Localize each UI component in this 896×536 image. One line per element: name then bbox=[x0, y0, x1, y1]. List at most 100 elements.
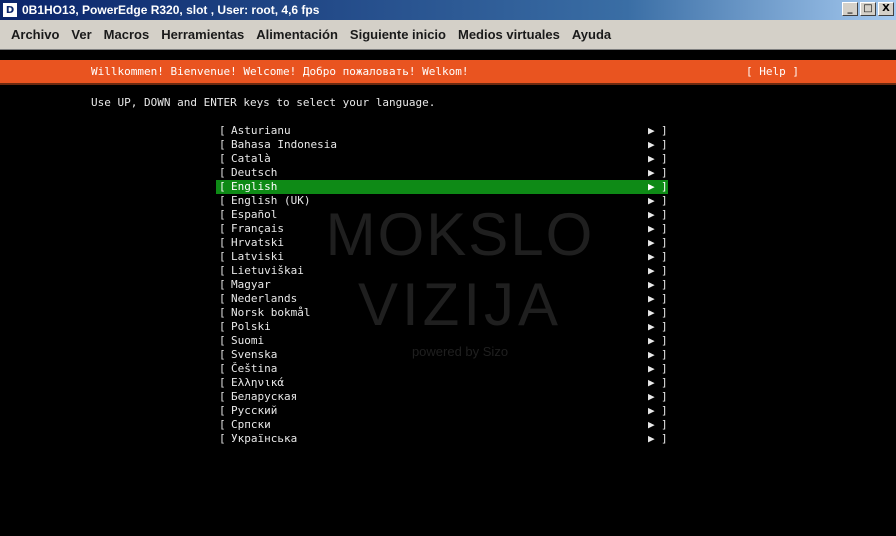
language-label: Español bbox=[231, 208, 278, 221]
help-button[interactable]: [ Help ] bbox=[746, 65, 799, 78]
language-label: Norsk bokmål bbox=[231, 306, 311, 319]
language-option[interactable]: [Bahasa Indonesia ▶] bbox=[216, 138, 668, 152]
bracket-right: ] bbox=[661, 152, 668, 165]
menu-herramientas[interactable]: Herramientas bbox=[156, 27, 249, 42]
language-label: Беларуская bbox=[231, 390, 298, 403]
menu-archivo[interactable]: Archivo bbox=[6, 27, 64, 42]
instruction-text: Use UP, DOWN and ENTER keys to select yo… bbox=[91, 96, 436, 109]
bracket-right: ] bbox=[661, 250, 668, 263]
language-label: Bahasa Indonesia bbox=[231, 138, 337, 151]
language-label: Hrvatski bbox=[231, 236, 284, 249]
window-title-bar[interactable]: D 0B1HO13, PowerEdge R320, slot , User: … bbox=[0, 0, 896, 20]
submenu-arrow-icon: ▶ bbox=[648, 124, 655, 137]
submenu-arrow-icon: ▶ bbox=[648, 278, 655, 291]
bracket-right: ] bbox=[661, 320, 668, 333]
bracket-left: [ bbox=[219, 152, 226, 165]
bracket-right: ] bbox=[661, 264, 668, 277]
language-label: Lietuviškai bbox=[231, 264, 304, 277]
bracket-right: ] bbox=[661, 348, 668, 361]
menu-ayuda[interactable]: Ayuda bbox=[567, 27, 616, 42]
language-option[interactable]: [Suomi ▶] bbox=[216, 334, 668, 348]
bracket-left: [ bbox=[219, 418, 226, 431]
menu-macros[interactable]: Macros bbox=[99, 27, 155, 42]
bracket-left: [ bbox=[219, 138, 226, 151]
bracket-left: [ bbox=[219, 278, 226, 291]
language-label: Polski bbox=[231, 320, 271, 333]
language-option[interactable]: [Ελληνικά ▶] bbox=[216, 376, 668, 390]
submenu-arrow-icon: ▶ bbox=[648, 334, 655, 347]
language-option[interactable]: [Čeština ▶] bbox=[216, 362, 668, 376]
bracket-right: ] bbox=[661, 124, 668, 137]
submenu-arrow-icon: ▶ bbox=[648, 404, 655, 417]
menu-alimentacion[interactable]: Alimentación bbox=[251, 27, 343, 42]
menu-ver[interactable]: Ver bbox=[66, 27, 96, 42]
bracket-right: ] bbox=[661, 236, 668, 249]
language-option[interactable]: [Српски ▶] bbox=[216, 418, 668, 432]
language-option-selected[interactable]: [English ▶] bbox=[216, 180, 668, 194]
language-option[interactable]: [Norsk bokmål ▶] bbox=[216, 306, 668, 320]
language-label: Deutsch bbox=[231, 166, 278, 179]
language-option[interactable]: [Svenska ▶] bbox=[216, 348, 668, 362]
bracket-left: [ bbox=[219, 320, 226, 333]
close-button[interactable]: X bbox=[878, 2, 894, 16]
welcome-text: Willkommen! Bienvenue! Welcome! Добро по… bbox=[91, 65, 469, 78]
submenu-arrow-icon: ▶ bbox=[648, 306, 655, 319]
bracket-right: ] bbox=[661, 376, 668, 389]
language-option[interactable]: [English (UK) ▶] bbox=[216, 194, 668, 208]
bracket-right: ] bbox=[661, 208, 668, 221]
language-option[interactable]: [ Latviski ▶] bbox=[216, 250, 668, 264]
language-option[interactable]: [Українська ▶] bbox=[216, 432, 668, 446]
bracket-right: ] bbox=[661, 334, 668, 347]
maximize-button[interactable]: □ bbox=[860, 2, 876, 16]
bracket-right: ] bbox=[661, 278, 668, 291]
language-option[interactable]: [Hrvatski ▶] bbox=[216, 236, 668, 250]
language-option[interactable]: [Polski ▶] bbox=[216, 320, 668, 334]
language-label: Čeština bbox=[231, 362, 278, 375]
bracket-right: ] bbox=[661, 292, 668, 305]
language-option[interactable]: [Русский ▶] bbox=[216, 404, 668, 418]
bracket-left: [ bbox=[219, 208, 226, 221]
bracket-right: ] bbox=[661, 222, 668, 235]
submenu-arrow-icon: ▶ bbox=[648, 138, 655, 151]
submenu-arrow-icon: ▶ bbox=[648, 418, 655, 431]
bracket-right: ] bbox=[661, 418, 668, 431]
language-label: Ελληνικά bbox=[231, 376, 284, 389]
remote-console-screen[interactable]: Willkommen! Bienvenue! Welcome! Добро по… bbox=[0, 50, 896, 536]
submenu-arrow-icon: ▶ bbox=[648, 376, 655, 389]
bracket-right: ] bbox=[661, 362, 668, 375]
submenu-arrow-icon: ▶ bbox=[648, 390, 655, 403]
language-label: Nederlands bbox=[231, 292, 298, 305]
language-option[interactable]: [ Беларуская ▶] bbox=[216, 390, 668, 404]
language-option[interactable]: [Asturianu ▶] bbox=[216, 124, 668, 138]
bracket-right: ] bbox=[661, 166, 668, 179]
submenu-arrow-icon: ▶ bbox=[648, 194, 655, 207]
language-option[interactable]: [Lietuviškai ▶] bbox=[216, 264, 668, 278]
bracket-right: ] bbox=[661, 180, 668, 193]
submenu-arrow-icon: ▶ bbox=[648, 250, 655, 263]
submenu-arrow-icon: ▶ bbox=[648, 432, 655, 445]
submenu-arrow-icon: ▶ bbox=[648, 264, 655, 277]
bracket-left: [ bbox=[219, 236, 226, 249]
bracket-left: [ bbox=[219, 390, 226, 403]
language-label: Українська bbox=[231, 432, 298, 445]
language-option[interactable]: [Deutsch ▶] bbox=[216, 166, 668, 180]
language-option[interactable]: [ Català ▶] bbox=[216, 152, 668, 166]
bracket-left: [ bbox=[219, 362, 226, 375]
submenu-arrow-icon: ▶ bbox=[648, 222, 655, 235]
language-label: Latviski bbox=[231, 250, 284, 263]
menu-medios-virtuales[interactable]: Medios virtuales bbox=[453, 27, 565, 42]
language-option[interactable]: [Español ▶] bbox=[216, 208, 668, 222]
menu-bar: Archivo Ver Macros Herramientas Alimenta… bbox=[0, 20, 896, 50]
language-option[interactable]: [Nederlands ▶] bbox=[216, 292, 668, 306]
language-label: Català bbox=[231, 152, 271, 165]
bracket-left: [ bbox=[219, 432, 226, 445]
submenu-arrow-icon: ▶ bbox=[648, 152, 655, 165]
bracket-right: ] bbox=[661, 390, 668, 403]
language-option[interactable]: [Magyar ▶] bbox=[216, 278, 668, 292]
menu-siguiente-inicio[interactable]: Siguiente inicio bbox=[345, 27, 451, 42]
bracket-left: [ bbox=[219, 292, 226, 305]
bracket-left: [ bbox=[219, 250, 226, 263]
language-label: Asturianu bbox=[231, 124, 291, 137]
minimize-button[interactable]: _ bbox=[842, 2, 858, 16]
language-option[interactable]: [Français ▶] bbox=[216, 222, 668, 236]
